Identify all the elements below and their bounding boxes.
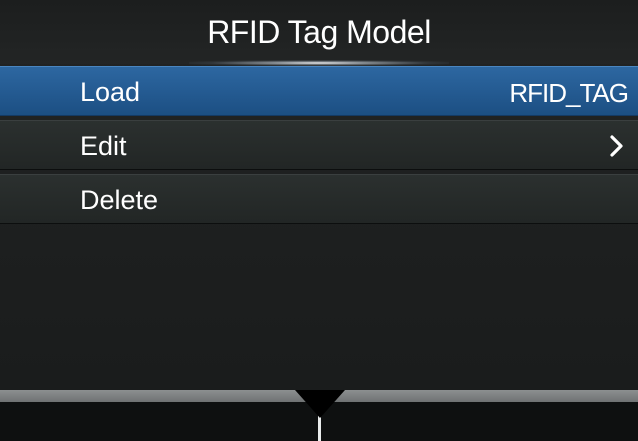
softkey-left[interactable] [0,402,318,441]
softkey-bar [0,390,638,441]
title-bar: RFID Tag Model [0,0,638,66]
chevron-right-icon [610,135,623,157]
menu-item-delete[interactable]: Delete [0,174,638,224]
menu-item-label: Edit [80,131,127,161]
rfid-tag-model-screen: RFID Tag Model Load RFID_TAG Edit Delete [0,0,638,441]
down-arrow-icon[interactable] [295,390,345,418]
menu-list: Load RFID_TAG Edit Delete [0,66,638,228]
menu-item-label: Delete [80,185,159,215]
softkey-right[interactable] [321,402,638,441]
menu-item-label: Load [80,77,141,107]
menu-item-value: RFID_TAG [509,78,629,108]
menu-item-load[interactable]: Load RFID_TAG [0,66,638,116]
menu-item-edit[interactable]: Edit [0,120,638,170]
page-title: RFID Tag Model [207,14,431,50]
